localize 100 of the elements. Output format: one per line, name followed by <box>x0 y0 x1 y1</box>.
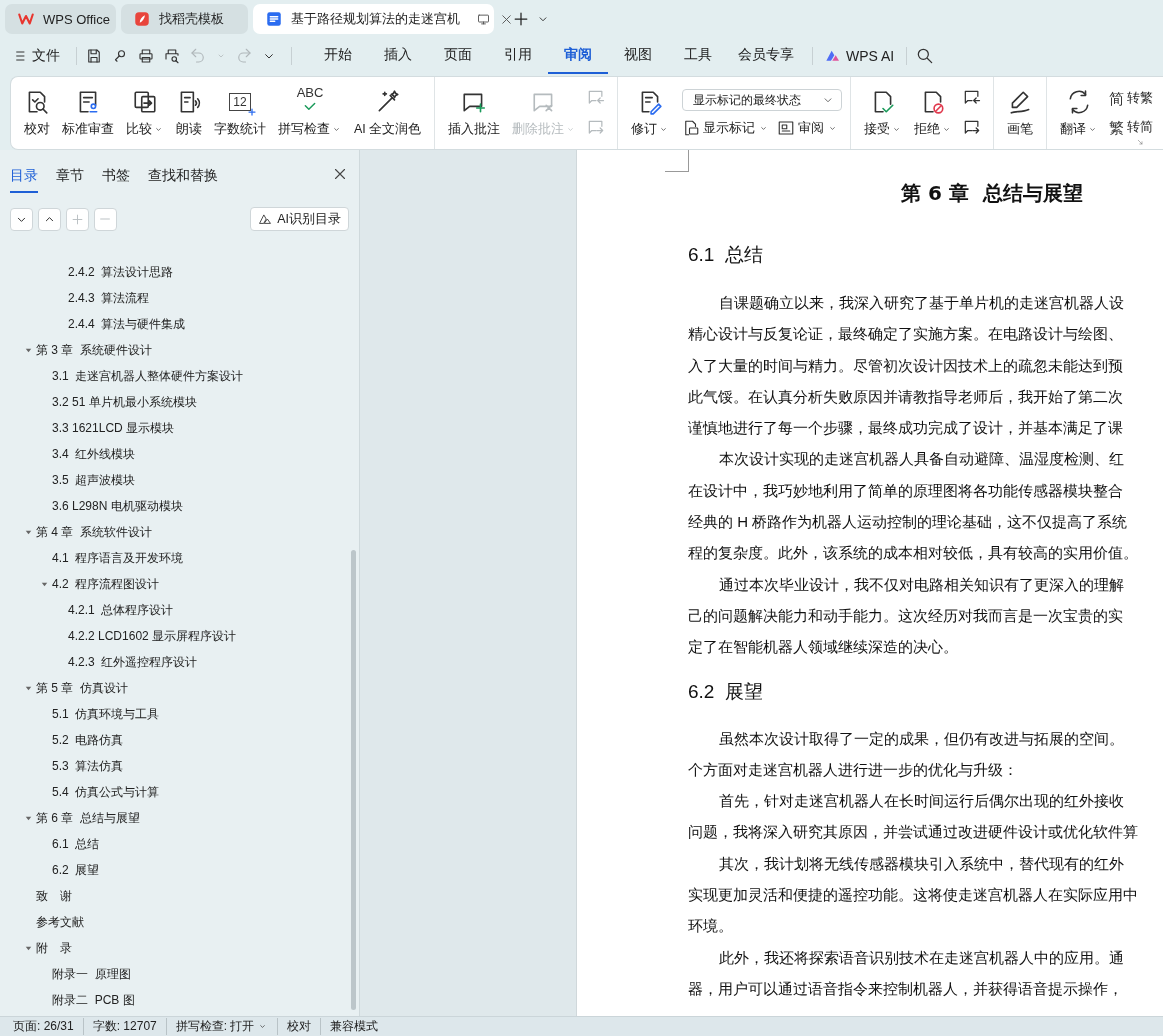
outline-item[interactable]: 4.2.3 红外遥控程序设计 <box>68 653 198 671</box>
paragraph-line: 其次，我计划将无线传感器模块引入系统中，替代现有的红外 <box>719 853 1124 874</box>
dropdown-button[interactable]: 修订 <box>626 84 675 142</box>
ribbon-tab[interactable]: 工具 <box>668 38 728 74</box>
character-icon: 简 <box>1109 91 1125 106</box>
outline-item[interactable]: 参考文献 <box>36 913 84 931</box>
outline-item[interactable]: 第 6 章 总结与展望 <box>36 809 140 827</box>
monitor-icon[interactable] <box>476 11 491 27</box>
outline-item[interactable]: 5.1 仿真环境与工具 <box>52 705 160 723</box>
save-icon[interactable] <box>85 47 103 65</box>
paragraph-line: 实现更加灵活和便捷的遥控功能。这将使走迷宫机器人在实际应用中 <box>688 885 1138 906</box>
ribbon-tab[interactable]: 页面 <box>428 38 488 74</box>
toolbar-button[interactable]: 朗读 <box>171 84 207 142</box>
paragraph-line: 程的复杂度。此外，该系统的成本相对较低，具有较高的实用价值。 <box>688 543 1138 564</box>
toolbar-button[interactable]: 画笔 <box>1002 84 1039 142</box>
print-preview-icon[interactable] <box>163 47 181 65</box>
character-icon: 繁 <box>1109 120 1125 135</box>
paragraph-line: 个方面对走迷宫机器人进行进一步的优化与升级： <box>688 759 1018 780</box>
ai-toc-button[interactable]: AI识别目录 <box>250 207 349 231</box>
document-tab[interactable]: WPS Office <box>5 4 116 34</box>
outline-item[interactable]: 第 3 章 系统硬件设计 <box>36 341 152 359</box>
ribbon-tab[interactable]: 开始 <box>308 38 368 74</box>
toolbar-button[interactable]: 校对 <box>19 84 55 142</box>
plus-icon <box>70 211 85 227</box>
document-tab[interactable]: 找稻壳模板 <box>121 4 248 34</box>
document-logo-icon <box>265 10 283 28</box>
dropdown-button[interactable]: 审阅 <box>777 119 839 137</box>
outline-item[interactable]: 2.4.3 算法流程 <box>68 289 150 307</box>
status-text: 页面: 26/31 <box>4 1018 84 1035</box>
abc-icon: ABC <box>296 85 324 100</box>
outline-item[interactable]: 4.2 程序流程图设计 <box>52 575 160 593</box>
outline-item[interactable]: 附 录 <box>36 939 72 957</box>
outline-item[interactable]: 3.3 1621LCD 显示模块 <box>52 419 175 437</box>
section-heading: 6.2 展望 <box>688 679 764 704</box>
outline-item[interactable]: 3.1 走迷宫机器人整体硬件方案设计 <box>52 367 244 385</box>
dropdown-button[interactable]: 显示标记 <box>682 119 770 137</box>
document-comment-icon <box>682 119 701 137</box>
outline-item[interactable]: 4.2.1 总体程序设计 <box>68 601 174 619</box>
display-mode-dropdown[interactable]: 显示标记的最终状态 <box>682 89 843 111</box>
convert-button[interactable]: 简 转繁 <box>1109 90 1154 107</box>
outline-item[interactable]: 4.2.2 LCD1602 显示屏程序设计 <box>68 627 237 645</box>
toolbar-button[interactable]: 标准审查 <box>57 84 119 142</box>
paragraph-line: 经典的 H 桥路作为机器人运动控制的理论基础，这不仅提高了系统 <box>688 512 1128 533</box>
scrollbar-thumb[interactable] <box>351 550 356 1010</box>
paragraph-line: 器，用户可以通过语音指令来控制机器人，并获得语音提示操作， <box>688 978 1123 999</box>
outline-item[interactable]: 第 4 章 系统软件设计 <box>36 523 152 541</box>
ribbon-tab[interactable]: 引用 <box>488 38 548 74</box>
outline-item[interactable]: 5.3 算法仿真 <box>52 757 124 775</box>
outline-item[interactable]: 5.4 仿真公式与计算 <box>52 783 160 801</box>
sidebar-tab[interactable]: 章节 <box>56 155 84 193</box>
paragraph-line: 谨慎地进行了每一个步骤，最终成功完成了设计，并基本满足了课 <box>688 418 1123 439</box>
toolbar-button[interactable]: AI 全文润色 <box>349 84 427 142</box>
dropdown-button[interactable]: 翻译 <box>1055 84 1104 142</box>
spell-check-status[interactable]: 拼写检查: 打开 <box>166 1018 279 1035</box>
dropdown-button[interactable]: 接受 <box>859 84 908 142</box>
dropdown-button[interactable]: 拒绝 <box>909 84 958 142</box>
outline-item[interactable]: 3.2 51 单片机最小系统模块 <box>52 393 197 411</box>
paragraph-line: 通过本次毕业设计，我不仅对电路相关知识有了更深入的理解 <box>719 574 1124 595</box>
paragraph-line: 此外，我还将探索语音识别技术在走迷宫机器人中的应用。通 <box>719 947 1124 968</box>
paragraph-line: 入了大量的时间与精力。尽管初次设计因技术上的疏忽未能达到预 <box>688 355 1123 376</box>
paragraph-line: 自课题确立以来，我深入研究了基于单片机的走迷宫机器人设 <box>719 293 1124 313</box>
convert-button[interactable]: 繁 转简 <box>1109 119 1154 136</box>
printer-icon[interactable] <box>137 47 155 65</box>
counter-icon: 12 <box>229 92 251 111</box>
paragraph-line: 问题，我将深入研究其原因，并尝试通过改进硬件设计或优化软件算 <box>688 822 1138 843</box>
outline-item[interactable]: 附录一 原理图 <box>52 965 131 983</box>
toolbar-button[interactable]: 12 字数统计 <box>209 84 271 142</box>
paragraph-line: 环境。 <box>688 916 733 937</box>
leaf-logo-icon <box>133 10 151 28</box>
panel-icon <box>777 119 796 137</box>
outline-item[interactable]: 5.2 电路仿真 <box>52 731 124 749</box>
outline-item[interactable]: 3.6 L298N 电机驱动模块 <box>52 497 183 515</box>
paragraph-line: 首先，针对走迷宫机器人在长时间运行后偶尔出现的红外接收 <box>719 791 1124 812</box>
outline-item[interactable]: 附录二 PCB 图 <box>52 991 135 1009</box>
file-menu[interactable]: 文件 <box>12 47 68 65</box>
sidebar-tab[interactable]: 目录 <box>10 155 38 193</box>
wps-ai-button[interactable]: WPS AI <box>821 48 899 64</box>
outline-item[interactable]: 4.1 程序语言及开发环境 <box>52 549 184 567</box>
sidebar-tab[interactable]: 书签 <box>102 155 130 193</box>
status-text: 兼容模式 <box>329 1018 380 1035</box>
dropdown-button[interactable]: ABC 拼写检查 <box>273 84 347 142</box>
outline-item[interactable]: 2.4.4 算法与硬件集成 <box>68 315 186 333</box>
toolbar-button[interactable]: 插入批注 <box>443 84 506 142</box>
dropdown-button[interactable]: 比较 <box>121 84 169 142</box>
ribbon-tab[interactable]: 视图 <box>608 38 668 74</box>
ribbon-tab[interactable]: 审阅 <box>548 38 608 74</box>
paragraph-line: 在设计中，我巧妙地利用了简单的原理图将各功能传感器模块整合 <box>688 480 1123 501</box>
outline-item[interactable]: 第 5 章 仿真设计 <box>36 679 128 697</box>
ribbon-tab[interactable]: 插入 <box>368 38 428 74</box>
outline-item[interactable]: 2.4.2 算法设计思路 <box>68 263 174 281</box>
margin-corner-mark <box>665 150 689 172</box>
outline-item[interactable]: 6.2 展望 <box>52 861 100 879</box>
outline-item[interactable]: 3.5 超声波模块 <box>52 471 136 489</box>
outline-item[interactable]: 致 谢 <box>36 887 72 905</box>
outline-item[interactable]: 3.4 红外线模块 <box>52 445 136 463</box>
paragraph-line: 本次设计实现的走迷宫机器人具备自动避障、温湿度检测、红 <box>719 449 1124 470</box>
ai-logo-icon <box>258 212 273 226</box>
sidebar-tab[interactable]: 查找和替换 <box>148 155 218 193</box>
ribbon-tab[interactable]: 会员专享 <box>728 38 804 74</box>
outline-item[interactable]: 6.1 总结 <box>52 835 100 853</box>
